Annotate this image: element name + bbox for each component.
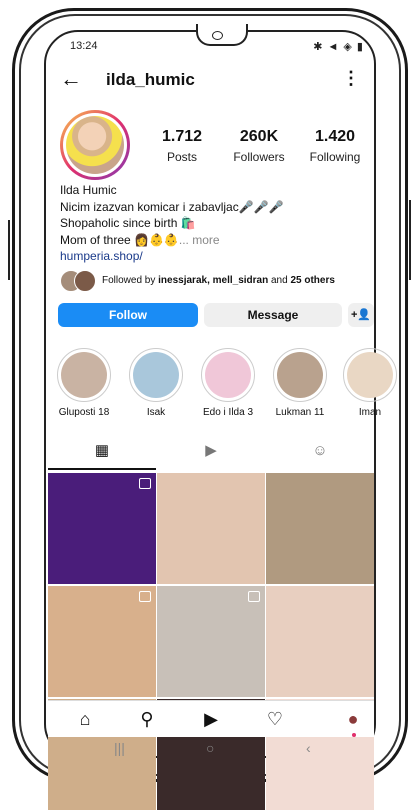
more-options-icon[interactable]: ⋮ — [342, 68, 360, 89]
highlight-label: Edo i Ilda 3 — [202, 407, 254, 418]
posts-label: Posts — [166, 150, 197, 164]
post-thumbnail[interactable] — [157, 586, 265, 697]
profile-tabs: ▦ ▶ ☺ — [48, 440, 374, 470]
back-arrow-icon[interactable]: ← — [60, 68, 82, 90]
reel-icon — [139, 591, 151, 602]
followed-by-others: 25 others — [290, 275, 335, 286]
post-thumbnail[interactable] — [266, 586, 374, 697]
heart-icon[interactable]: ♡ — [260, 709, 290, 730]
followed-by-prefix: Followed by — [102, 275, 159, 286]
post-thumbnail[interactable] — [157, 473, 265, 584]
bottom-nav: ⌂ ⚲ ▶ ♡ ● — [48, 700, 374, 737]
side-button — [8, 220, 10, 280]
profile-icon[interactable]: ● — [338, 709, 368, 730]
story-highlight[interactable]: Isak — [128, 348, 184, 418]
profile-bio: Ilda Humic Nicim izazvan komicar i zabav… — [60, 182, 360, 265]
recents-icon[interactable]: ||| — [114, 740, 125, 756]
followers-label: Followers — [233, 150, 285, 164]
followed-by-row[interactable]: Followed by inessjarak, mell_sidran and … — [60, 270, 370, 292]
follower-avatar — [74, 270, 96, 292]
bio-line-3: Mom of three 👩👶👶 — [60, 232, 179, 247]
message-button[interactable]: Message — [204, 303, 342, 327]
stat-followers[interactable]: 260K Followers — [226, 128, 292, 164]
reels-tab-icon[interactable]: ▶ — [157, 440, 265, 468]
grid-tab-icon[interactable]: ▦ — [48, 440, 156, 470]
highlight-cover — [273, 348, 327, 402]
highlight-label: Iman — [358, 407, 382, 418]
posts-count: 1.712 — [161, 128, 203, 145]
status-icons: ✱ ◄ ◈ ▮ — [313, 41, 364, 53]
tagged-tab-icon[interactable]: ☺ — [266, 440, 374, 468]
profile-username: ilda_humic — [106, 70, 195, 89]
stat-following[interactable]: 1.420 Following — [304, 128, 366, 164]
side-button-right — [409, 200, 411, 280]
android-nav-bar: ||| ○ ‹ — [48, 740, 374, 758]
reels-icon[interactable]: ▶ — [196, 709, 226, 730]
posts-grid — [48, 473, 374, 810]
highlight-label: Lukman 11 — [275, 407, 325, 418]
bio-name: Ilda Humic — [60, 183, 117, 197]
notification-dot — [352, 733, 356, 737]
profile-avatar[interactable] — [60, 110, 130, 180]
followed-by-text: Followed by inessjarak, mell_sidran and … — [102, 275, 335, 286]
follow-button[interactable]: Follow — [58, 303, 198, 327]
bio-line-2: Shopaholic since birth 🛍️ — [60, 216, 196, 230]
profile-header: ← ilda_humic ⋮ — [58, 68, 368, 94]
bio-more-link[interactable]: ... more — [179, 233, 220, 247]
status-bar: 13:24 ✱ ◄ ◈ ▮ — [70, 38, 370, 56]
story-highlight[interactable]: Lukman 11 — [272, 348, 328, 418]
highlight-label: Gluposti 18 — [58, 407, 110, 418]
followers-count: 260K — [239, 128, 279, 145]
reel-icon — [248, 591, 260, 602]
android-home-icon[interactable]: ○ — [206, 740, 214, 756]
bio-website-link[interactable]: humperia.shop/ — [60, 248, 360, 265]
story-highlight[interactable]: Edo i Ilda 3 — [200, 348, 256, 418]
stat-posts[interactable]: 1.712 Posts — [154, 128, 210, 164]
post-thumbnail[interactable] — [266, 473, 374, 584]
highlight-cover — [343, 348, 397, 402]
search-icon[interactable]: ⚲ — [132, 709, 162, 730]
following-label: Following — [309, 150, 361, 164]
following-count: 1.420 — [314, 128, 356, 145]
highlight-cover — [201, 348, 255, 402]
status-time: 13:24 — [70, 40, 98, 52]
highlight-cover — [129, 348, 183, 402]
story-highlight[interactable]: Iman — [342, 348, 398, 418]
bio-line-1: Nicim izazvan komicar i zabavljac🎤🎤🎤 — [60, 199, 284, 214]
post-thumbnail[interactable] — [48, 473, 156, 584]
reel-icon — [139, 478, 151, 489]
suggest-users-icon[interactable]: +👤 — [348, 303, 374, 327]
android-back-icon[interactable]: ‹ — [306, 740, 311, 756]
story-highlight[interactable]: Gluposti 18 — [56, 348, 112, 418]
followed-by-names: inessjarak, mell_sidran — [158, 275, 269, 286]
highlight-label: Isak — [146, 407, 166, 418]
highlight-cover — [57, 348, 111, 402]
home-icon[interactable]: ⌂ — [70, 709, 100, 730]
followed-by-and: and — [268, 275, 291, 286]
post-thumbnail[interactable] — [48, 586, 156, 697]
